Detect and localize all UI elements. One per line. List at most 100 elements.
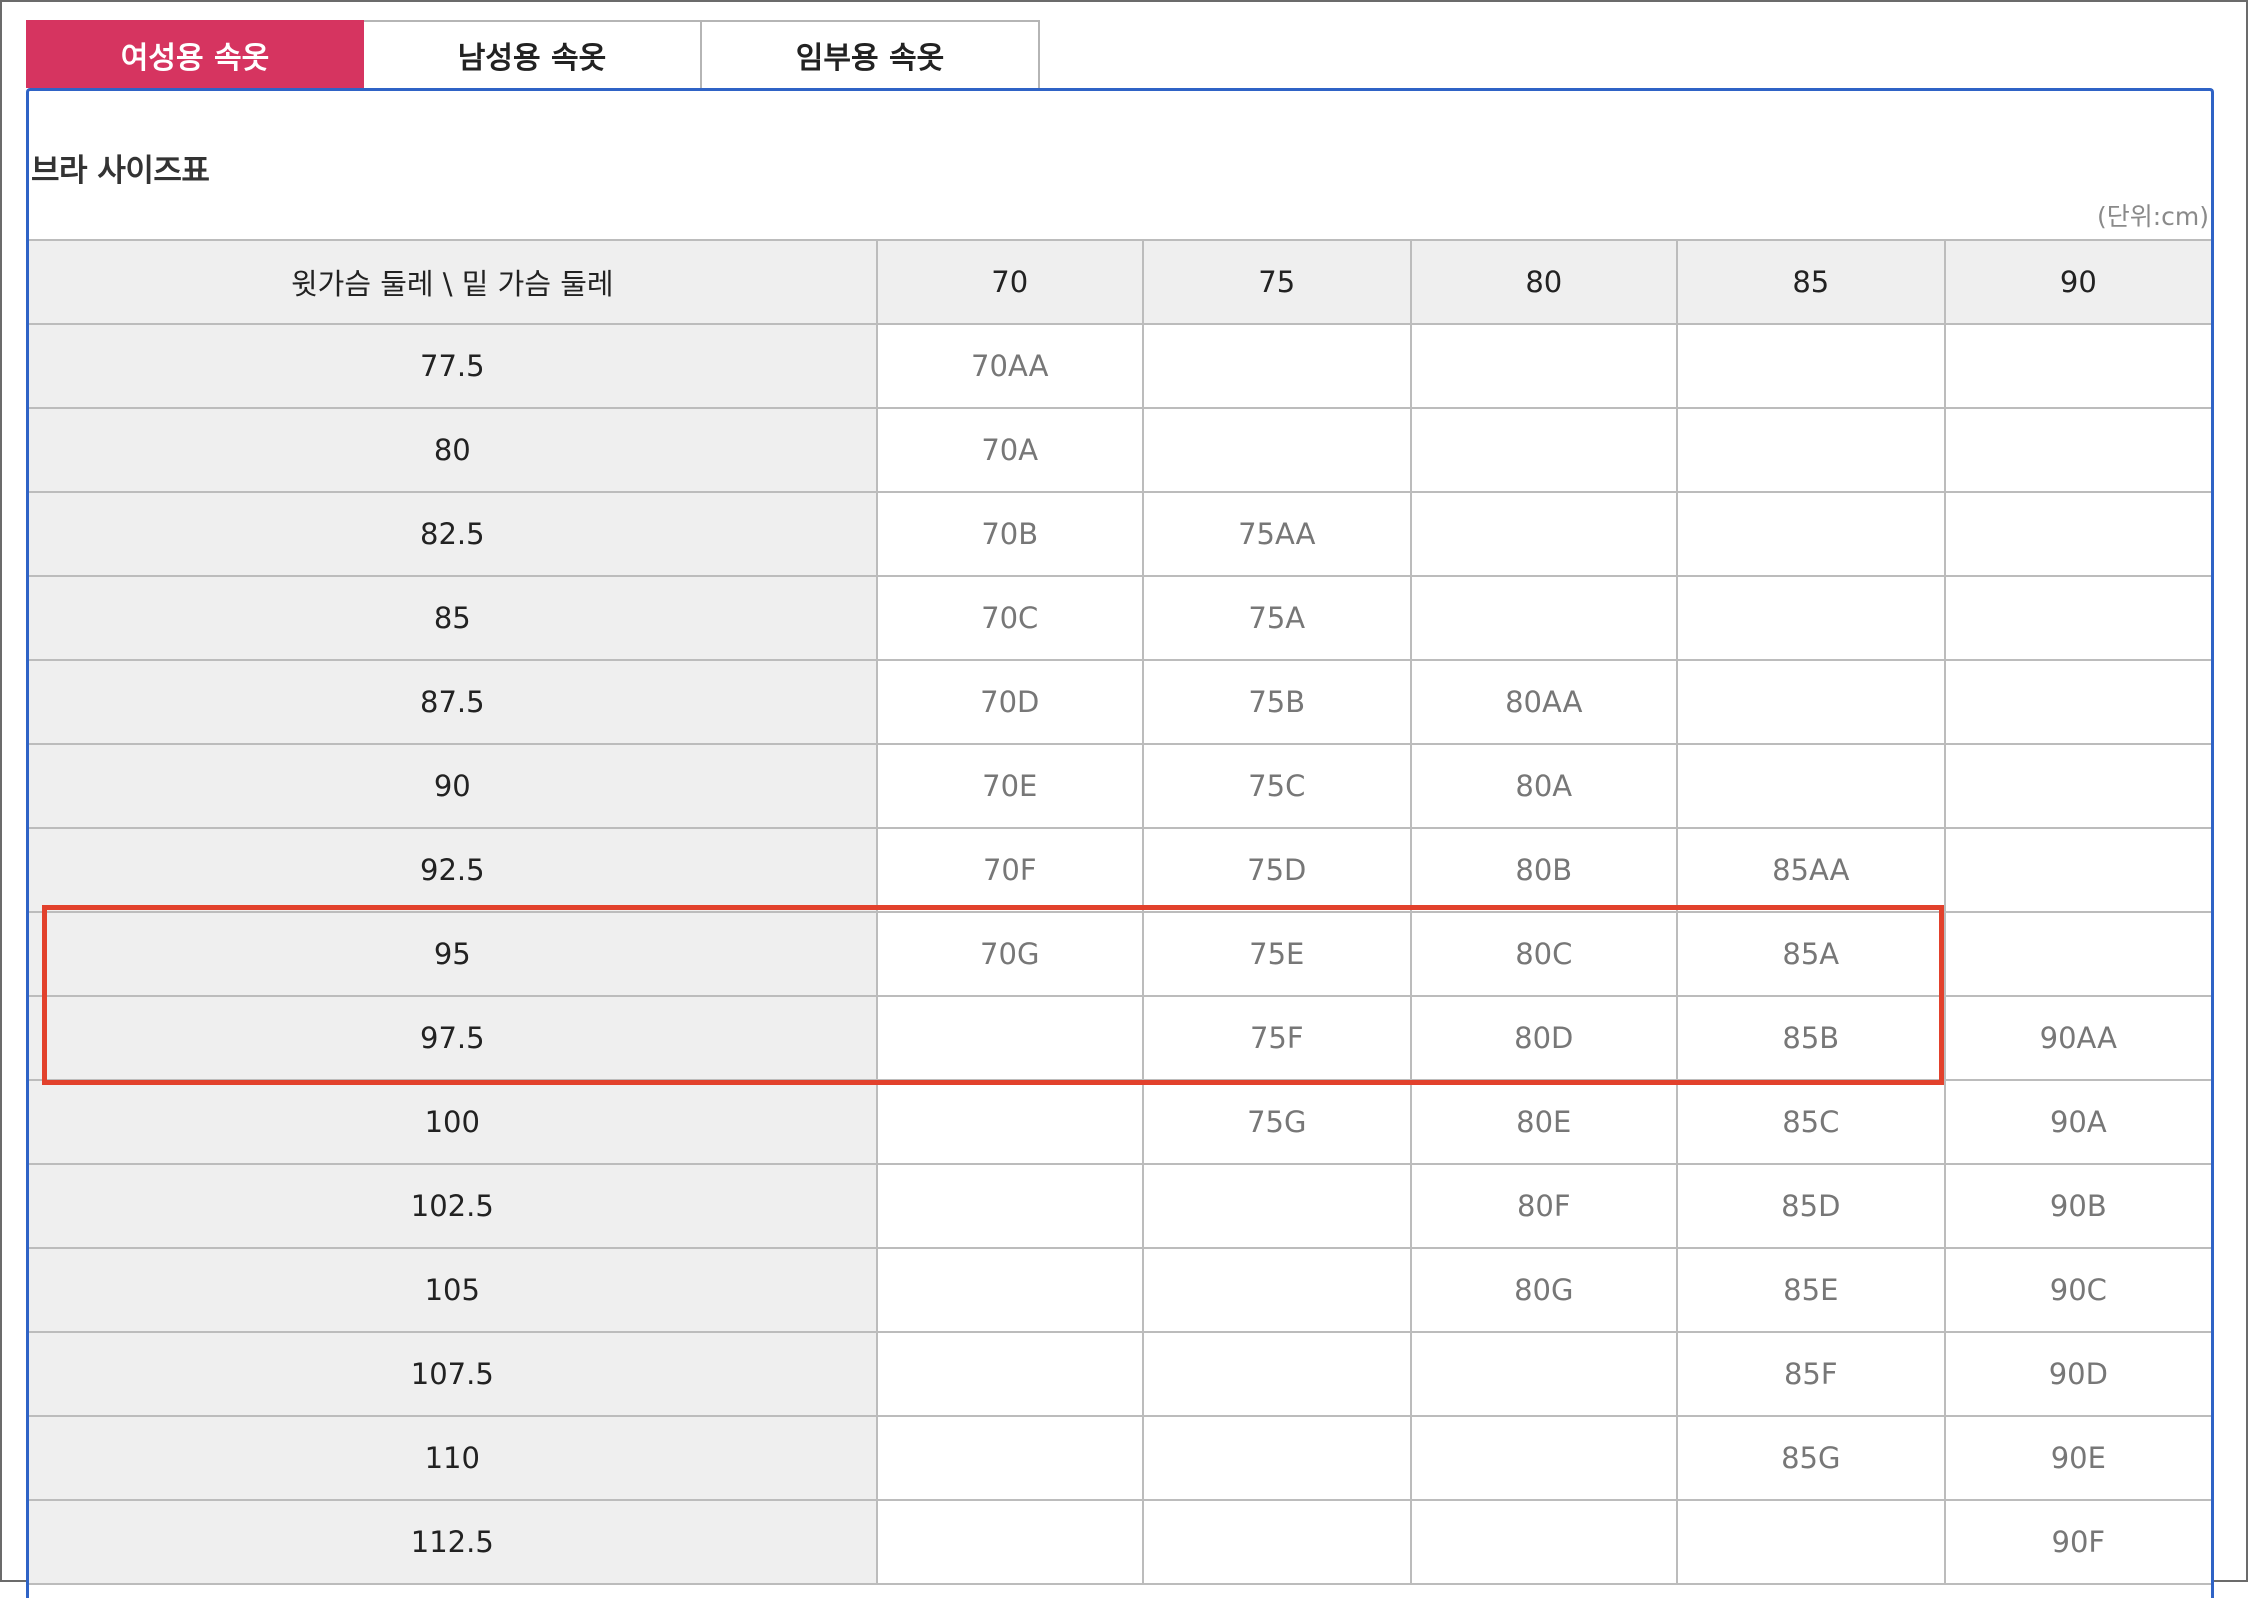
- table-row: 90 70E 75C 80A: [29, 743, 2211, 829]
- size-cell: [1943, 743, 2211, 829]
- size-cell: [1409, 1415, 1678, 1501]
- table-row: 77.5 70AA: [29, 323, 2211, 409]
- table-row: 112.5 90F: [29, 1499, 2211, 1585]
- size-cell: [1675, 659, 1946, 745]
- upper-bust-value: 105: [29, 1247, 878, 1333]
- table-body: 77.5 70AA 80 70A 82.5 70B 75AA 85 70C 75A 87.5 70D 7…: [29, 323, 2211, 1585]
- corner-header: 윗가슴 둘레 \ 밑 가슴 둘레: [29, 239, 878, 325]
- table-row: 97.5 75F 80D 85B 90AA: [29, 995, 2211, 1081]
- upper-bust-value: 90: [29, 743, 878, 829]
- size-cell: [1141, 1499, 1412, 1585]
- window-frame: 여성용 속옷 남성용 속옷 임부용 속옷 브라 사이즈표 (단위:cm) 윗가슴…: [0, 0, 2248, 1598]
- size-cell: [1409, 491, 1678, 577]
- size-cell: [1141, 407, 1412, 493]
- upper-bust-value: 95: [29, 911, 878, 997]
- size-cell: 75A: [1141, 575, 1412, 661]
- size-cell: 85E: [1675, 1247, 1946, 1333]
- size-cell: 80B: [1409, 827, 1678, 913]
- size-cell: 80E: [1409, 1079, 1678, 1165]
- size-cell: [1675, 1499, 1946, 1585]
- size-cell: 70E: [875, 743, 1144, 829]
- size-cell: [1141, 1331, 1412, 1417]
- table-row: 100 75G 80E 85C 90A: [29, 1079, 2211, 1165]
- size-cell: 80AA: [1409, 659, 1678, 745]
- tab-men-underwear[interactable]: 남성용 속옷: [364, 20, 702, 88]
- size-cell: [1943, 575, 2211, 661]
- underwear-category-tabs: 여성용 속옷 남성용 속옷 임부용 속옷: [26, 20, 1040, 88]
- size-cell: [875, 1499, 1144, 1585]
- table-row: 92.5 70F 75D 80B 85AA: [29, 827, 2211, 913]
- table-row: 110 85G 90E: [29, 1415, 2211, 1501]
- size-cell: [875, 1415, 1144, 1501]
- table-row: 85 70C 75A: [29, 575, 2211, 661]
- size-cell: 70F: [875, 827, 1144, 913]
- size-cell: 70A: [875, 407, 1144, 493]
- bra-size-table: 윗가슴 둘레 \ 밑 가슴 둘레 70 75 80 85 90 77.5 70AA…: [29, 239, 2211, 1585]
- size-cell: 80D: [1409, 995, 1678, 1081]
- size-cell: [1409, 1331, 1678, 1417]
- table-row: 82.5 70B 75AA: [29, 491, 2211, 577]
- size-cell: 70G: [875, 911, 1144, 997]
- size-cell: 70C: [875, 575, 1144, 661]
- size-cell: 85F: [1675, 1331, 1946, 1417]
- size-cell: 90D: [1943, 1331, 2211, 1417]
- size-cell: 75B: [1141, 659, 1412, 745]
- size-cell: [1141, 1247, 1412, 1333]
- size-chart-panel: 브라 사이즈표 (단위:cm) 윗가슴 둘레 \ 밑 가슴 둘레 70 75 8…: [26, 88, 2214, 1598]
- size-cell: 75AA: [1141, 491, 1412, 577]
- size-cell: 85A: [1675, 911, 1946, 997]
- upper-bust-value: 102.5: [29, 1163, 878, 1249]
- size-cell: [1675, 575, 1946, 661]
- size-cell: 90F: [1943, 1499, 2211, 1585]
- size-cell: [875, 1163, 1144, 1249]
- size-cell: 85C: [1675, 1079, 1946, 1165]
- column-header: 80: [1409, 239, 1678, 325]
- upper-bust-value: 77.5: [29, 323, 878, 409]
- size-cell: [1675, 491, 1946, 577]
- size-cell: [1943, 323, 2211, 409]
- upper-bust-value: 85: [29, 575, 878, 661]
- table-row: 87.5 70D 75B 80AA: [29, 659, 2211, 745]
- size-cell: [1675, 407, 1946, 493]
- size-cell: [1675, 743, 1946, 829]
- size-cell: 80F: [1409, 1163, 1678, 1249]
- tab-maternity-underwear[interactable]: 임부용 속옷: [702, 20, 1040, 88]
- size-cell: 90B: [1943, 1163, 2211, 1249]
- size-cell: [1943, 407, 2211, 493]
- size-cell: 75E: [1141, 911, 1412, 997]
- size-cell: 70B: [875, 491, 1144, 577]
- size-cell: 70D: [875, 659, 1144, 745]
- upper-bust-value: 100: [29, 1079, 878, 1165]
- upper-bust-value: 92.5: [29, 827, 878, 913]
- upper-bust-value: 82.5: [29, 491, 878, 577]
- upper-bust-value: 97.5: [29, 995, 878, 1081]
- section-title: 브라 사이즈표: [31, 153, 210, 189]
- column-header: 75: [1141, 239, 1412, 325]
- upper-bust-value: 80: [29, 407, 878, 493]
- size-cell: [1409, 575, 1678, 661]
- size-cell: [875, 995, 1144, 1081]
- table-row: 95 70G 75E 80C 85A: [29, 911, 2211, 997]
- size-cell: 75C: [1141, 743, 1412, 829]
- column-header: 85: [1675, 239, 1946, 325]
- size-cell: [1943, 659, 2211, 745]
- column-header: 90: [1943, 239, 2211, 325]
- size-cell: [1409, 407, 1678, 493]
- size-cell: [875, 1331, 1144, 1417]
- size-cell: 75D: [1141, 827, 1412, 913]
- upper-bust-value: 112.5: [29, 1499, 878, 1585]
- table-header-row: 윗가슴 둘레 \ 밑 가슴 둘레 70 75 80 85 90: [29, 239, 2211, 325]
- size-cell: 80G: [1409, 1247, 1678, 1333]
- tab-women-underwear[interactable]: 여성용 속옷: [26, 20, 364, 88]
- upper-bust-value: 110: [29, 1415, 878, 1501]
- size-cell: 85AA: [1675, 827, 1946, 913]
- size-cell: [1943, 827, 2211, 913]
- size-cell: 90E: [1943, 1415, 2211, 1501]
- size-cell: 90C: [1943, 1247, 2211, 1333]
- size-cell: 90A: [1943, 1079, 2211, 1165]
- size-cell: 75F: [1141, 995, 1412, 1081]
- upper-bust-value: 107.5: [29, 1331, 878, 1417]
- table-row: 105 80G 85E 90C: [29, 1247, 2211, 1333]
- size-cell: [1675, 323, 1946, 409]
- size-cell: [1409, 1499, 1678, 1585]
